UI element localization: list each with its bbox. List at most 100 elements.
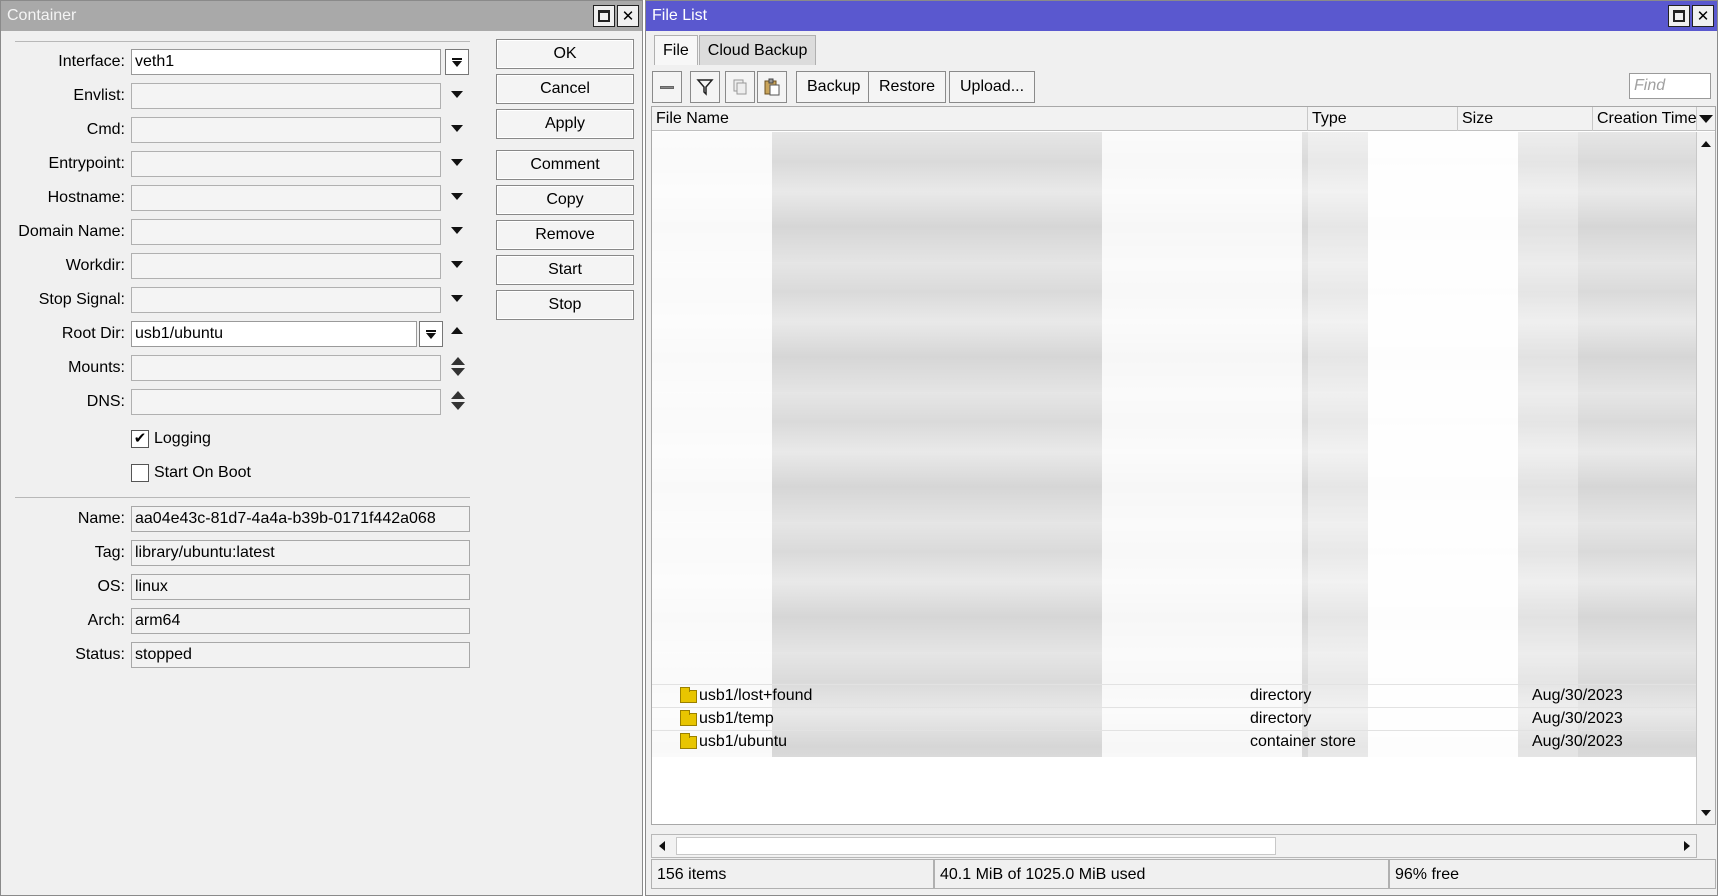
hostname-row: Hostname: xyxy=(1,185,481,212)
file-created: Aug/30/2023 xyxy=(1532,710,1623,727)
table-row[interactable]: usb1/ubuntu container store Aug/30/2023 xyxy=(652,730,1697,753)
copy-icon[interactable] xyxy=(725,71,755,103)
column-size[interactable]: Size xyxy=(1458,107,1593,131)
tab-cloud-backup[interactable]: Cloud Backup xyxy=(698,35,817,65)
status-field: stopped xyxy=(131,642,470,668)
file-list-titlebar[interactable]: File List ✕ xyxy=(646,1,1717,31)
cmd-label: Cmd: xyxy=(86,121,125,138)
arch-row: Arch: arm64 xyxy=(1,608,481,635)
column-menu-icon[interactable] xyxy=(1699,115,1713,123)
obscured-mask xyxy=(1518,132,1578,757)
horizontal-scrollbar[interactable] xyxy=(651,834,1697,858)
mounts-field[interactable] xyxy=(131,355,441,381)
disk-usage: 40.1 MiB of 1025.0 MiB used xyxy=(934,859,1389,889)
restore-button[interactable]: Restore xyxy=(868,71,947,103)
obscured-mask xyxy=(652,132,772,757)
start-on-boot-label: Start On Boot xyxy=(154,464,251,481)
vertical-scrollbar[interactable] xyxy=(1696,132,1715,824)
workdir-label: Workdir: xyxy=(65,257,125,274)
interface-dropdown-icon[interactable] xyxy=(445,49,469,75)
table-row[interactable]: usb1/temp directory Aug/30/2023 xyxy=(652,707,1697,730)
envlist-field[interactable] xyxy=(131,83,441,109)
folder-icon xyxy=(680,733,697,749)
scroll-up-icon[interactable] xyxy=(1701,141,1711,147)
tab-file[interactable]: File xyxy=(654,35,698,65)
remove-icon[interactable] xyxy=(652,71,682,103)
paste-icon[interactable] xyxy=(757,71,787,103)
upload-button[interactable]: Upload... xyxy=(949,71,1036,103)
interface-label: Interface: xyxy=(58,53,125,70)
root-dir-dropdown-icon[interactable] xyxy=(419,321,443,347)
comment-button[interactable]: Comment xyxy=(496,150,634,180)
maximize-icon[interactable] xyxy=(593,5,615,27)
stop-signal-field[interactable] xyxy=(131,287,441,313)
maximize-icon[interactable] xyxy=(1668,5,1690,27)
file-type: directory xyxy=(1250,710,1312,727)
start-button[interactable]: Start xyxy=(496,255,634,285)
workdir-field[interactable] xyxy=(131,253,441,279)
table-row[interactable]: usb1/lost+found directory Aug/30/2023 xyxy=(652,684,1697,707)
status-label: Status: xyxy=(75,646,125,663)
status-bar: 156 items 40.1 MiB of 1025.0 MiB used 96… xyxy=(651,859,1716,889)
column-type[interactable]: Type xyxy=(1308,107,1458,131)
name-row: Name: aa04e43c-81d7-4a4a-b39b-0171f442a0… xyxy=(1,506,481,533)
cmd-row: Cmd: xyxy=(1,117,481,144)
backup-button[interactable]: Backup xyxy=(796,71,872,103)
tag-label: Tag: xyxy=(94,544,125,561)
start-on-boot-checkbox[interactable] xyxy=(131,464,149,482)
root-dir-row: Root Dir: usb1/ubuntu xyxy=(1,321,481,348)
mounts-updown-icon[interactable] xyxy=(451,357,465,381)
domain-name-label: Domain Name: xyxy=(18,223,125,240)
stop-signal-row: Stop Signal: xyxy=(1,287,481,314)
close-icon[interactable]: ✕ xyxy=(617,5,639,27)
cmd-dropdown-icon[interactable] xyxy=(451,125,463,132)
envlist-dropdown-icon[interactable] xyxy=(451,91,463,98)
entrypoint-field[interactable] xyxy=(131,151,441,177)
container-window: Container ✕ Interface: veth1 Envlist: Cm… xyxy=(0,0,643,896)
entrypoint-dropdown-icon[interactable] xyxy=(451,159,463,166)
interface-field[interactable]: veth1 xyxy=(131,49,441,75)
workdir-dropdown-icon[interactable] xyxy=(451,261,463,268)
free-space: 96% free xyxy=(1389,859,1716,889)
file-list-window: File List ✕ File Cloud Backup Backup Res… xyxy=(645,0,1718,896)
scroll-right-icon[interactable] xyxy=(1684,841,1690,851)
find-input[interactable]: Find xyxy=(1629,73,1711,99)
file-created: Aug/30/2023 xyxy=(1532,687,1623,704)
close-icon[interactable]: ✕ xyxy=(1692,5,1714,27)
root-dir-remove-icon[interactable] xyxy=(451,327,463,334)
entrypoint-row: Entrypoint: xyxy=(1,151,481,178)
logging-checkbox[interactable]: ✔ xyxy=(131,430,149,448)
apply-button[interactable]: Apply xyxy=(496,109,634,139)
arch-label: Arch: xyxy=(87,612,125,629)
file-name: usb1/ubuntu xyxy=(699,733,788,750)
scroll-down-icon[interactable] xyxy=(1701,810,1711,816)
cancel-button[interactable]: Cancel xyxy=(496,74,634,104)
cmd-field[interactable] xyxy=(131,117,441,143)
root-dir-field[interactable]: usb1/ubuntu xyxy=(131,321,417,347)
column-file-name[interactable]: File Name xyxy=(652,107,1308,131)
domain-name-dropdown-icon[interactable] xyxy=(451,227,463,234)
scroll-left-icon[interactable] xyxy=(659,841,665,851)
item-count: 156 items xyxy=(651,859,934,889)
stop-button[interactable]: Stop xyxy=(496,290,634,320)
copy-button[interactable]: Copy xyxy=(496,185,634,215)
table-header: File Name Type Size Creation Time xyxy=(652,107,1715,131)
container-titlebar[interactable]: Container ✕ xyxy=(1,1,642,31)
os-label: OS: xyxy=(97,578,125,595)
hostname-dropdown-icon[interactable] xyxy=(451,193,463,200)
filter-icon[interactable] xyxy=(690,71,720,103)
scroll-thumb[interactable] xyxy=(676,837,1276,855)
domain-name-row: Domain Name: xyxy=(1,219,481,246)
dns-updown-icon[interactable] xyxy=(451,391,465,415)
stop-signal-label: Stop Signal: xyxy=(38,291,125,308)
column-creation-time[interactable]: Creation Time xyxy=(1593,107,1697,131)
ok-button[interactable]: OK xyxy=(496,39,634,69)
stop-signal-dropdown-icon[interactable] xyxy=(451,295,463,302)
domain-name-field[interactable] xyxy=(131,219,441,245)
dns-field[interactable] xyxy=(131,389,441,415)
file-name: usb1/lost+found xyxy=(699,687,813,704)
file-table: File Name Type Size Creation Time usb1/l… xyxy=(651,106,1716,825)
hostname-field[interactable] xyxy=(131,185,441,211)
remove-button[interactable]: Remove xyxy=(496,220,634,250)
name-label: Name: xyxy=(77,510,125,527)
